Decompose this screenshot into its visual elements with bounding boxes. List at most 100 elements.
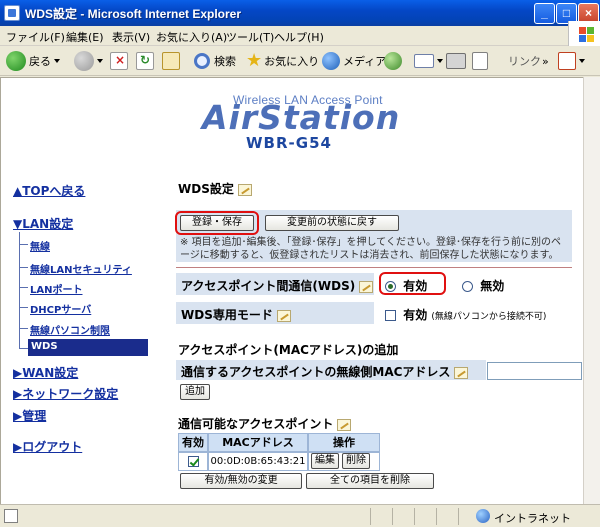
- nav-admin[interactable]: ▶管理: [13, 407, 46, 424]
- ie-window-icon: [4, 5, 20, 21]
- menu-help[interactable]: ヘルプ(H): [274, 29, 324, 45]
- table-header-enabled: 有効: [178, 433, 208, 452]
- nav-item-wds-label: WDS: [31, 341, 58, 352]
- help-pencil-icon[interactable]: [276, 309, 291, 322]
- wds-label: アクセスポイント間通信(WDS): [181, 277, 374, 294]
- nav-logout[interactable]: ▶ログアウト: [13, 438, 82, 455]
- divider: [176, 267, 572, 268]
- nav-item-dhcp[interactable]: DHCPサーバ: [30, 301, 91, 316]
- wds-only-checkbox[interactable]: [385, 310, 396, 321]
- menu-file[interactable]: ファイル(F): [6, 29, 65, 45]
- nav-lan-settings[interactable]: ▼LAN設定: [13, 215, 73, 232]
- nav-tree-tick: [19, 267, 28, 268]
- menu-view[interactable]: 表示(V): [112, 29, 150, 45]
- nav-tree-tick: [19, 307, 28, 308]
- nav-wan-settings[interactable]: ▶WAN設定: [13, 364, 78, 381]
- table-header-mac: MACアドレス: [208, 433, 308, 452]
- table-row-enabled-cell: [178, 452, 208, 471]
- media-icon: [322, 52, 340, 70]
- search-icon: [194, 53, 210, 69]
- title-bar: WDS設定 - Microsoft Internet Explorer _ □ …: [0, 0, 600, 26]
- help-pencil-icon[interactable]: [359, 280, 374, 293]
- edit-button[interactable]: 編集: [311, 453, 339, 469]
- nav-item-wireless-security[interactable]: 無線LANセキュリティ: [30, 261, 132, 276]
- nav-network-settings[interactable]: ▶ネットワーク設定: [13, 385, 118, 402]
- page-title: WDS設定: [178, 180, 252, 197]
- back-button[interactable]: 戻る: [6, 50, 60, 72]
- zone-label: イントラネット: [494, 512, 571, 525]
- airstation-logo: AirStation: [202, 98, 401, 137]
- add-button[interactable]: 追加: [180, 384, 210, 400]
- wds-only-label: WDS専用モード: [181, 306, 291, 323]
- print-icon: [446, 53, 466, 69]
- save-note: ※ 項目を追加･編集後、「登録･保存」を押してください。登録･保存を行う前に別の…: [180, 237, 561, 261]
- toggle-enabled-button[interactable]: 有効/無効の変更: [180, 473, 302, 489]
- document-icon: [472, 52, 488, 70]
- mail-button[interactable]: [414, 50, 443, 72]
- revert-button[interactable]: 変更前の状態に戻す: [265, 215, 399, 231]
- nav-tree-tick: [19, 348, 28, 349]
- nav-item-lan-port[interactable]: LANポート: [30, 281, 82, 296]
- search-button[interactable]: 検索: [194, 50, 236, 72]
- wds-disabled-option[interactable]: 無効: [462, 277, 504, 294]
- forward-arrow-icon: [74, 51, 94, 71]
- chevron-more-icon[interactable]: »: [542, 50, 549, 72]
- edit-page-button[interactable]: [472, 50, 488, 72]
- add-ap-heading: アクセスポイント(MACアドレス)の追加: [178, 343, 399, 357]
- help-pencil-icon[interactable]: [454, 366, 469, 379]
- nav-top-link[interactable]: ▲TOPへ戻る: [13, 182, 85, 199]
- menu-favorites[interactable]: お気に入り(A): [156, 29, 227, 45]
- delete-button[interactable]: 削除: [342, 453, 370, 469]
- nav-item-wds-active[interactable]: WDS: [28, 339, 148, 356]
- home-button[interactable]: [162, 50, 180, 72]
- nav-tree-line: [19, 232, 20, 348]
- menu-bar: ファイル(F) 編集(E) 表示(V) お気に入り(A) ツール(T) ヘルプ(…: [0, 21, 600, 49]
- minimize-button[interactable]: _: [534, 3, 555, 24]
- mac-input-label: 通信するアクセスポイントの無線側MACアドレス: [181, 363, 469, 380]
- print-button[interactable]: [446, 50, 466, 72]
- nav-item-pc-restriction[interactable]: 無線パソコン制限: [30, 322, 110, 337]
- nav-tree-tick: [19, 328, 28, 329]
- history-button[interactable]: [384, 50, 402, 72]
- history-icon: [384, 52, 402, 70]
- star-icon: ★: [246, 50, 263, 71]
- home-icon: [162, 52, 180, 70]
- help-pencil-icon[interactable]: [237, 183, 252, 196]
- media-button[interactable]: メディア: [322, 50, 386, 72]
- wds-disabled-radio[interactable]: [462, 281, 473, 292]
- highlight-wds-enabled: [379, 272, 446, 295]
- refresh-button[interactable]: ↻: [136, 50, 154, 72]
- stop-button[interactable]: ×: [110, 50, 128, 72]
- status-separator: [392, 508, 393, 525]
- forward-button[interactable]: [74, 50, 103, 72]
- links-button[interactable]: リンク: [508, 50, 541, 72]
- toolbar: 戻る × ↻ 検索 ★ お気に入り メディア リンク »: [0, 46, 600, 76]
- table-header-actions: 操作: [308, 433, 380, 452]
- status-bar: イントラネット: [0, 504, 600, 527]
- vertical-scrollbar[interactable]: [583, 77, 600, 504]
- nav-item-wireless[interactable]: 無線: [30, 238, 50, 253]
- status-separator: [436, 508, 437, 525]
- mail-icon: [414, 54, 434, 68]
- status-separator: [414, 508, 415, 525]
- mac-address-input[interactable]: [487, 362, 582, 380]
- delete-all-button[interactable]: 全ての項目を削除: [306, 473, 434, 489]
- menu-tools[interactable]: ツール(T): [226, 29, 274, 45]
- wds-only-option[interactable]: 有効 (無線パソコンから接続不可): [385, 306, 546, 323]
- refresh-icon: ↻: [136, 52, 154, 70]
- help-pencil-icon[interactable]: [337, 418, 352, 431]
- intranet-icon: [476, 509, 490, 523]
- favorites-button[interactable]: ★ お気に入り: [246, 50, 319, 72]
- ap-list-heading: 通信可能なアクセスポイント: [178, 415, 352, 432]
- extra-tool-button[interactable]: [558, 50, 585, 72]
- nav-tree-tick: [19, 287, 28, 288]
- back-arrow-icon: [6, 51, 26, 71]
- windows-logo-icon: [568, 21, 600, 49]
- menu-edit[interactable]: 編集(E): [66, 29, 104, 45]
- stop-icon: ×: [110, 52, 128, 70]
- page-icon: [4, 509, 18, 523]
- table-row-mac: 00:0D:0B:65:43:21: [208, 452, 308, 471]
- status-separator: [458, 508, 459, 525]
- window-title: WDS設定 - Microsoft Internet Explorer: [25, 7, 242, 21]
- row-enabled-checkbox[interactable]: [187, 455, 199, 467]
